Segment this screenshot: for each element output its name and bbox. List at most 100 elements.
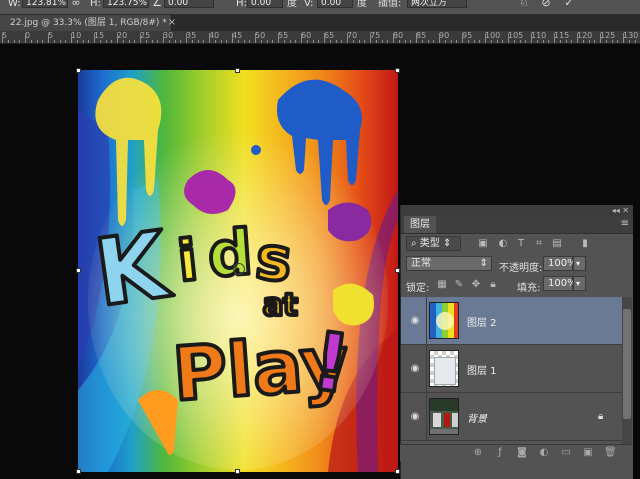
add-mask-icon[interactable]: ◙	[516, 447, 528, 459]
link-layers-icon[interactable]: ⊕	[472, 447, 484, 459]
angle-field[interactable]: 0.00	[164, 0, 214, 8]
ruler-tick	[485, 33, 486, 43]
opacity-field[interactable]: 100%	[543, 256, 577, 271]
lock-transparent-icon[interactable]: ▦	[436, 279, 448, 291]
delete-layer-icon[interactable]: 🗑︎	[604, 447, 617, 459]
filter-adjustment-icon[interactable]: ◐	[497, 238, 509, 250]
cancel-icon[interactable]: ⊘	[540, 0, 552, 9]
filter-toggle-icon[interactable]: ▮	[579, 238, 591, 250]
width-field[interactable]: 123.81%	[22, 0, 68, 8]
layer-name[interactable]: 图层 1	[467, 362, 497, 377]
ruler-tick	[444, 40, 446, 43]
ruler-tick	[36, 40, 38, 43]
adjustment-layer-icon[interactable]: ◐	[538, 447, 550, 459]
blend-mode-select[interactable]: 正常 ⇕	[406, 256, 492, 271]
warp-icon[interactable]: ♘	[518, 0, 530, 9]
layer-name[interactable]: 背景	[467, 410, 487, 425]
ruler-tick	[174, 40, 176, 43]
lock-image-icon[interactable]: ✎	[453, 279, 465, 291]
ruler-tick	[237, 40, 239, 43]
ruler-tick	[99, 40, 101, 43]
thumbnail-background-photo	[430, 399, 458, 434]
transform-handle-left[interactable]	[76, 268, 81, 273]
scrollbar-thumb[interactable]	[623, 309, 631, 419]
filter-smart-object-icon[interactable]: ▤	[551, 238, 563, 250]
ruler-tick	[531, 33, 532, 43]
layer-row[interactable]: ◉ 图层 2	[401, 297, 623, 345]
ruler-tick	[410, 40, 412, 43]
layer-style-icon[interactable]: ƒ	[494, 447, 506, 459]
filter-type-icon[interactable]: T	[515, 238, 527, 250]
ruler-tick	[536, 40, 538, 43]
layer-name[interactable]: 图层 2	[467, 314, 497, 329]
ruler-tick	[30, 40, 32, 43]
ruler-tick	[180, 40, 182, 43]
tab-layers[interactable]: 图层	[404, 216, 436, 233]
fill-field[interactable]: 100%	[543, 276, 577, 291]
ruler-tick	[306, 40, 308, 43]
filter-pixel-icon[interactable]: ▣	[477, 238, 489, 250]
panel-menu-icon[interactable]: ≡	[621, 218, 629, 229]
ruler-label: 125	[600, 31, 616, 40]
horizontal-ruler: 5 0 5 10 15 20 25 30 35 40 45 50 55 60 65 70 75 80 85 90 95 1…	[0, 31, 640, 44]
filter-shape-icon[interactable]: ⌗	[533, 238, 545, 250]
interpolation-select[interactable]: 两次立方	[407, 0, 467, 8]
h-skew-label: H:	[236, 0, 247, 9]
layers-scrollbar[interactable]	[622, 297, 632, 447]
ruler-tick	[94, 33, 95, 43]
ruler-tick	[548, 40, 550, 43]
ruler-tick	[571, 40, 573, 43]
visibility-eye-icon[interactable]: ◉	[409, 411, 421, 423]
lock-all-icon[interactable]: 🔒︎	[487, 279, 499, 291]
visibility-eye-icon[interactable]: ◉	[409, 363, 421, 375]
ruler-tick	[559, 40, 561, 43]
ruler-tick	[628, 40, 630, 43]
ruler-tick	[456, 40, 458, 43]
layer-thumbnail	[429, 302, 459, 339]
new-layer-icon[interactable]: ▣	[582, 447, 594, 459]
v-skew-field[interactable]: 0.00	[317, 0, 353, 8]
transform-pivot-point[interactable]	[233, 263, 245, 275]
opacity-label: 不透明度:	[499, 263, 543, 274]
tab-close-icon[interactable]: ×	[166, 15, 178, 31]
ruler-tick	[525, 40, 527, 43]
ruler-tick	[163, 33, 164, 43]
ruler-tick	[65, 40, 67, 43]
ruler-tick	[71, 33, 72, 43]
logo-letter-d: d	[205, 215, 254, 291]
ruler-tick	[122, 40, 124, 43]
transform-handle-bottom[interactable]	[235, 469, 240, 474]
layer-filter-row: ⌕ 类型 ⇕ ▣ ◐ T ⌗ ▤ ▮	[401, 234, 633, 254]
ruler-tick	[283, 40, 285, 43]
fill-dropdown-icon[interactable]: ▾	[573, 276, 586, 291]
ruler-tick	[48, 33, 49, 43]
h-skew-field[interactable]: 0.00	[247, 0, 283, 8]
document-tab-title: 22.jpg @ 33.3% (图层 1, RGB/8#) *	[10, 18, 167, 28]
transform-handle-top-left[interactable]	[76, 68, 81, 73]
ruler-tick	[513, 40, 515, 43]
link-icon[interactable]: ∞	[70, 0, 82, 9]
layer-row[interactable]: ◉ 图层 1	[401, 345, 623, 393]
transform-handle-top-right[interactable]	[395, 68, 400, 73]
options-bar: W: 123.81% ∞ H: 123.75% ∠ 0.00 H: 0.00 度…	[0, 0, 640, 15]
ruler-tick	[352, 40, 354, 43]
ruler-tick	[151, 40, 153, 43]
layer-thumbnail	[429, 350, 459, 387]
opacity-dropdown-icon[interactable]: ▾	[573, 256, 586, 271]
lock-position-icon[interactable]: ✥	[470, 279, 482, 291]
new-group-icon[interactable]: ▭	[560, 447, 572, 459]
layer-row[interactable]: ◉ 背景 🔒︎	[401, 393, 623, 441]
ruler-tick	[318, 40, 320, 43]
ruler-tick	[105, 40, 107, 43]
ruler-tick	[588, 40, 590, 43]
visibility-eye-icon[interactable]: ◉	[409, 315, 421, 327]
document-tab[interactable]: 22.jpg @ 33.3% (图层 1, RGB/8#) *	[0, 15, 172, 31]
collapse-icon[interactable]: ◂◂ ✕	[612, 205, 629, 216]
transform-handle-bottom-left[interactable]	[76, 469, 81, 474]
height-field[interactable]: 123.75%	[103, 0, 149, 8]
transform-handle-top[interactable]	[235, 68, 240, 73]
ruler-tick	[329, 40, 331, 43]
filter-kind-select[interactable]: ⌕ 类型 ⇕	[406, 236, 461, 251]
commit-icon[interactable]: ✓	[563, 0, 575, 9]
ruler-tick	[479, 40, 481, 43]
